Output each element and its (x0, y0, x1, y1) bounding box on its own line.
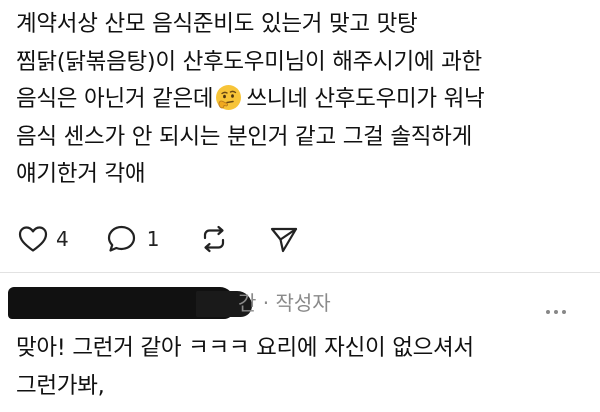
post-line: 계약서상 산모 음식준비도 있는거 맞고 맛탕 (16, 11, 418, 37)
reply-line: 맞아! 그런거 같아 ㅋㅋㅋ 요리에 자신이 없으셔서 (16, 335, 474, 361)
post-line-text: 쓰니네 산후도우미가 워낙 (246, 86, 485, 112)
meta-separator: · (262, 291, 270, 315)
post-line: 음식은 아닌거 같은데 쓰니네 산후도우미가 워낙 (16, 81, 586, 119)
reply-button[interactable]: 1 (107, 224, 160, 254)
share-button[interactable] (269, 224, 299, 254)
reply-line: 그런가봐, (16, 372, 105, 399)
more-dots-icon (554, 310, 558, 314)
reply-header: 간 · 작성자 (0, 286, 600, 320)
more-options-button[interactable] (546, 299, 570, 318)
post-line: 음식 센스가 안 되시는 분인거 같고 그걸 솔직하게 (16, 123, 472, 150)
like-button[interactable]: 4 (18, 225, 69, 253)
author-badge: 작성자 (275, 291, 331, 315)
thinking-face-emoji-icon (215, 84, 242, 111)
more-dots-icon (562, 310, 566, 314)
repost-arrows-icon (204, 225, 225, 253)
send-paper-plane-icon (271, 227, 298, 253)
post-actions: 4 1 (18, 222, 299, 256)
more-dots-icon (546, 310, 550, 314)
divider (0, 272, 600, 273)
post-line: 찜닭(닭볶음탕)이 산후도우미님이 해주시기에 과한 (16, 48, 482, 75)
post-text: 계약서상 산모 음식준비도 있는거 맞고 맛탕 찜닭(닭볶음탕)이 산후도우미님… (16, 6, 586, 194)
post-line-text: 음식은 아닌거 같은데 (16, 86, 214, 112)
reply-time-fragment: 간 (238, 291, 257, 315)
post-line: 얘기한거 각애 (16, 161, 146, 187)
heart-outline-icon (18, 226, 48, 252)
reply-count: 1 (146, 227, 160, 251)
comment-bubble-icon (107, 225, 135, 252)
reply-meta: 간 · 작성자 (238, 288, 331, 318)
reply-text: 맞아! 그런거 같아 ㅋㅋㅋ 요리에 자신이 없으셔서 그런가봐, (16, 330, 474, 405)
repost-button[interactable] (199, 224, 229, 254)
like-count: 4 (56, 227, 69, 251)
